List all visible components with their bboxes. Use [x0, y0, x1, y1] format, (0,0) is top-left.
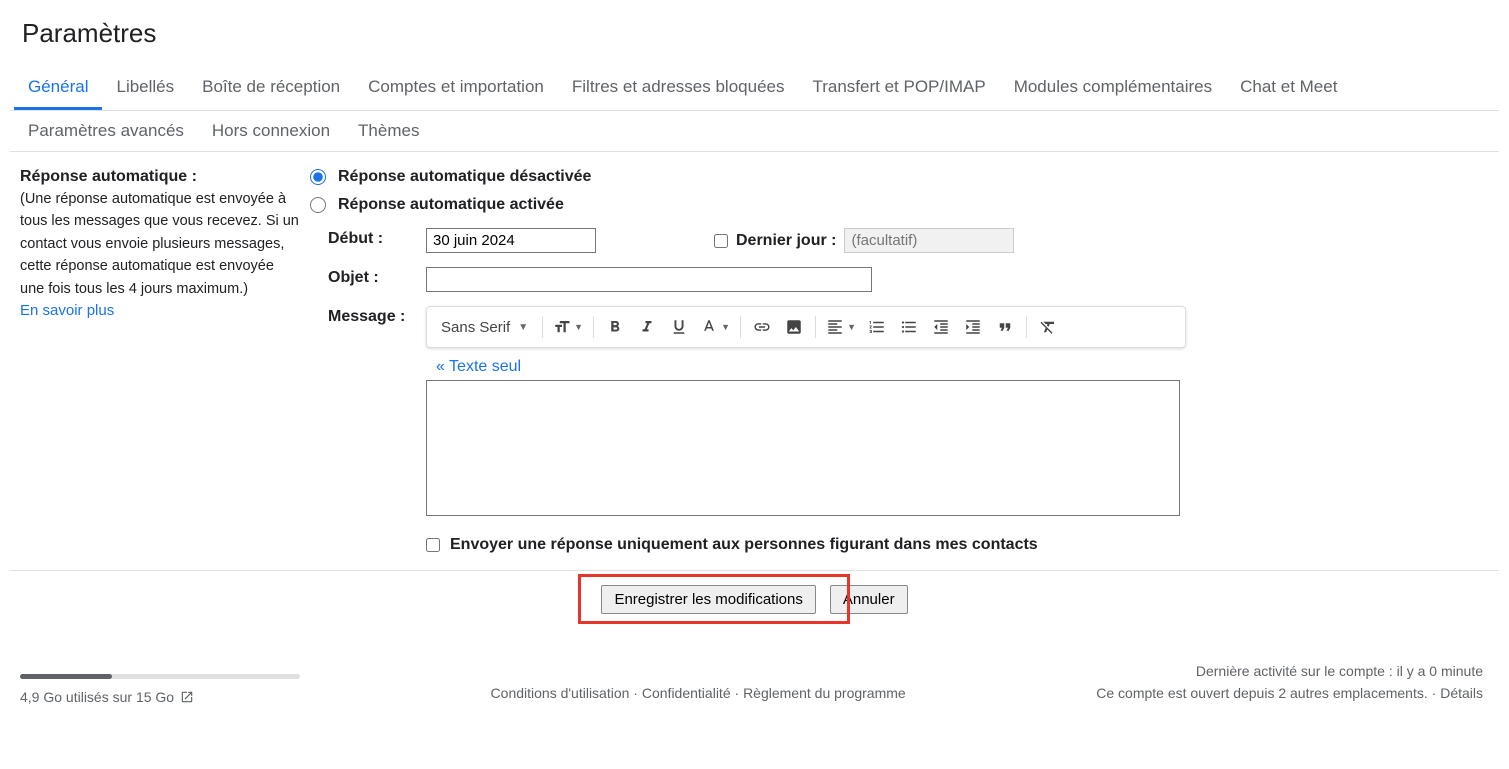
tab-addons[interactable]: Modules complémentaires	[1000, 67, 1226, 110]
editor-toolbar: Sans Serif ▼ ▼ ▼	[426, 306, 1186, 348]
start-date-label: Début :	[328, 228, 426, 248]
tabs-secondary: Paramètres avancés Hors connexion Thèmes	[10, 111, 1499, 152]
tab-chat[interactable]: Chat et Meet	[1226, 67, 1351, 110]
tab-forwarding[interactable]: Transfert et POP/IMAP	[798, 67, 999, 110]
remove-formatting-button[interactable]	[1033, 312, 1063, 342]
storage-text: 4,9 Go utilisés sur 15 Go	[20, 689, 174, 705]
storage-bar-fill	[20, 674, 112, 679]
last-day-checkbox[interactable]	[714, 234, 728, 248]
separator	[815, 316, 816, 338]
insert-image-button[interactable]	[779, 312, 809, 342]
tab-general[interactable]: Général	[14, 67, 102, 110]
separator-dot: ·	[629, 685, 641, 701]
subject-input[interactable]	[426, 267, 872, 292]
font-size-button[interactable]: ▼	[549, 312, 587, 342]
separator	[593, 316, 594, 338]
tab-inbox[interactable]: Boîte de réception	[188, 67, 354, 110]
contacts-only-checkbox[interactable]	[426, 538, 440, 552]
chevron-down-icon: ▼	[518, 322, 528, 333]
chevron-down-icon: ▼	[721, 322, 730, 332]
contacts-only-label: Envoyer une réponse uniquement aux perso…	[450, 536, 1038, 554]
separator	[740, 316, 741, 338]
open-locations-text: Ce compte est ouvert depuis 2 autres emp…	[1096, 685, 1440, 701]
indent-less-button[interactable]	[926, 312, 956, 342]
storage-bar[interactable]	[20, 674, 300, 679]
chevron-down-icon: ▼	[847, 322, 856, 332]
tab-offline[interactable]: Hors connexion	[198, 111, 344, 151]
separator-dot: ·	[731, 685, 743, 701]
separator	[1026, 316, 1027, 338]
vacation-section-label: Réponse automatique :	[20, 168, 300, 186]
last-day-label: Dernier jour :	[736, 232, 836, 250]
save-button[interactable]: Enregistrer les modifications	[601, 585, 815, 614]
quote-button[interactable]	[990, 312, 1020, 342]
privacy-link[interactable]: Confidentialité	[642, 685, 731, 701]
tab-accounts[interactable]: Comptes et importation	[354, 67, 558, 110]
details-link[interactable]: Détails	[1440, 685, 1483, 701]
last-activity-text: Dernière activité sur le compte : il y a…	[1096, 660, 1483, 682]
separator	[542, 316, 543, 338]
vacation-on-radio[interactable]	[310, 197, 326, 213]
open-external-icon[interactable]	[180, 690, 194, 704]
italic-button[interactable]	[632, 312, 662, 342]
plain-text-link[interactable]: « Texte seul	[436, 358, 521, 376]
font-family-select[interactable]: Sans Serif ▼	[433, 315, 536, 340]
vacation-on-label: Réponse automatique activée	[338, 196, 564, 214]
vacation-off-label: Réponse automatique désactivée	[338, 168, 591, 186]
vacation-section-desc: (Une réponse automatique est envoyée à t…	[20, 188, 300, 300]
tab-advanced[interactable]: Paramètres avancés	[14, 111, 198, 151]
underline-button[interactable]	[664, 312, 694, 342]
bold-button[interactable]	[600, 312, 630, 342]
tab-filters[interactable]: Filtres et adresses bloquées	[558, 67, 799, 110]
cancel-button[interactable]: Annuler	[830, 585, 908, 614]
subject-label: Objet :	[328, 267, 426, 287]
text-color-button[interactable]: ▼	[696, 312, 734, 342]
message-editor[interactable]	[426, 380, 1180, 516]
indent-more-button[interactable]	[958, 312, 988, 342]
message-label: Message :	[328, 306, 426, 326]
numbered-list-button[interactable]	[862, 312, 892, 342]
align-button[interactable]: ▼	[822, 312, 860, 342]
program-policies-link[interactable]: Règlement du programme	[743, 685, 906, 701]
bulleted-list-button[interactable]	[894, 312, 924, 342]
chevron-down-icon: ▼	[574, 322, 583, 332]
button-bar: Enregistrer les modifications Annuler	[10, 571, 1499, 632]
tabs-primary: Général Libellés Boîte de réception Comp…	[10, 67, 1499, 111]
tab-labels[interactable]: Libellés	[102, 67, 188, 110]
font-family-value: Sans Serif	[441, 319, 510, 336]
insert-link-button[interactable]	[747, 312, 777, 342]
terms-link[interactable]: Conditions d'utilisation	[491, 685, 630, 701]
learn-more-link[interactable]: En savoir plus	[20, 302, 114, 319]
vacation-off-radio[interactable]	[310, 169, 326, 185]
start-date-input[interactable]	[426, 228, 596, 253]
tab-themes[interactable]: Thèmes	[344, 111, 433, 151]
last-day-input[interactable]	[844, 228, 1014, 253]
page-title: Paramètres	[10, 0, 1499, 67]
